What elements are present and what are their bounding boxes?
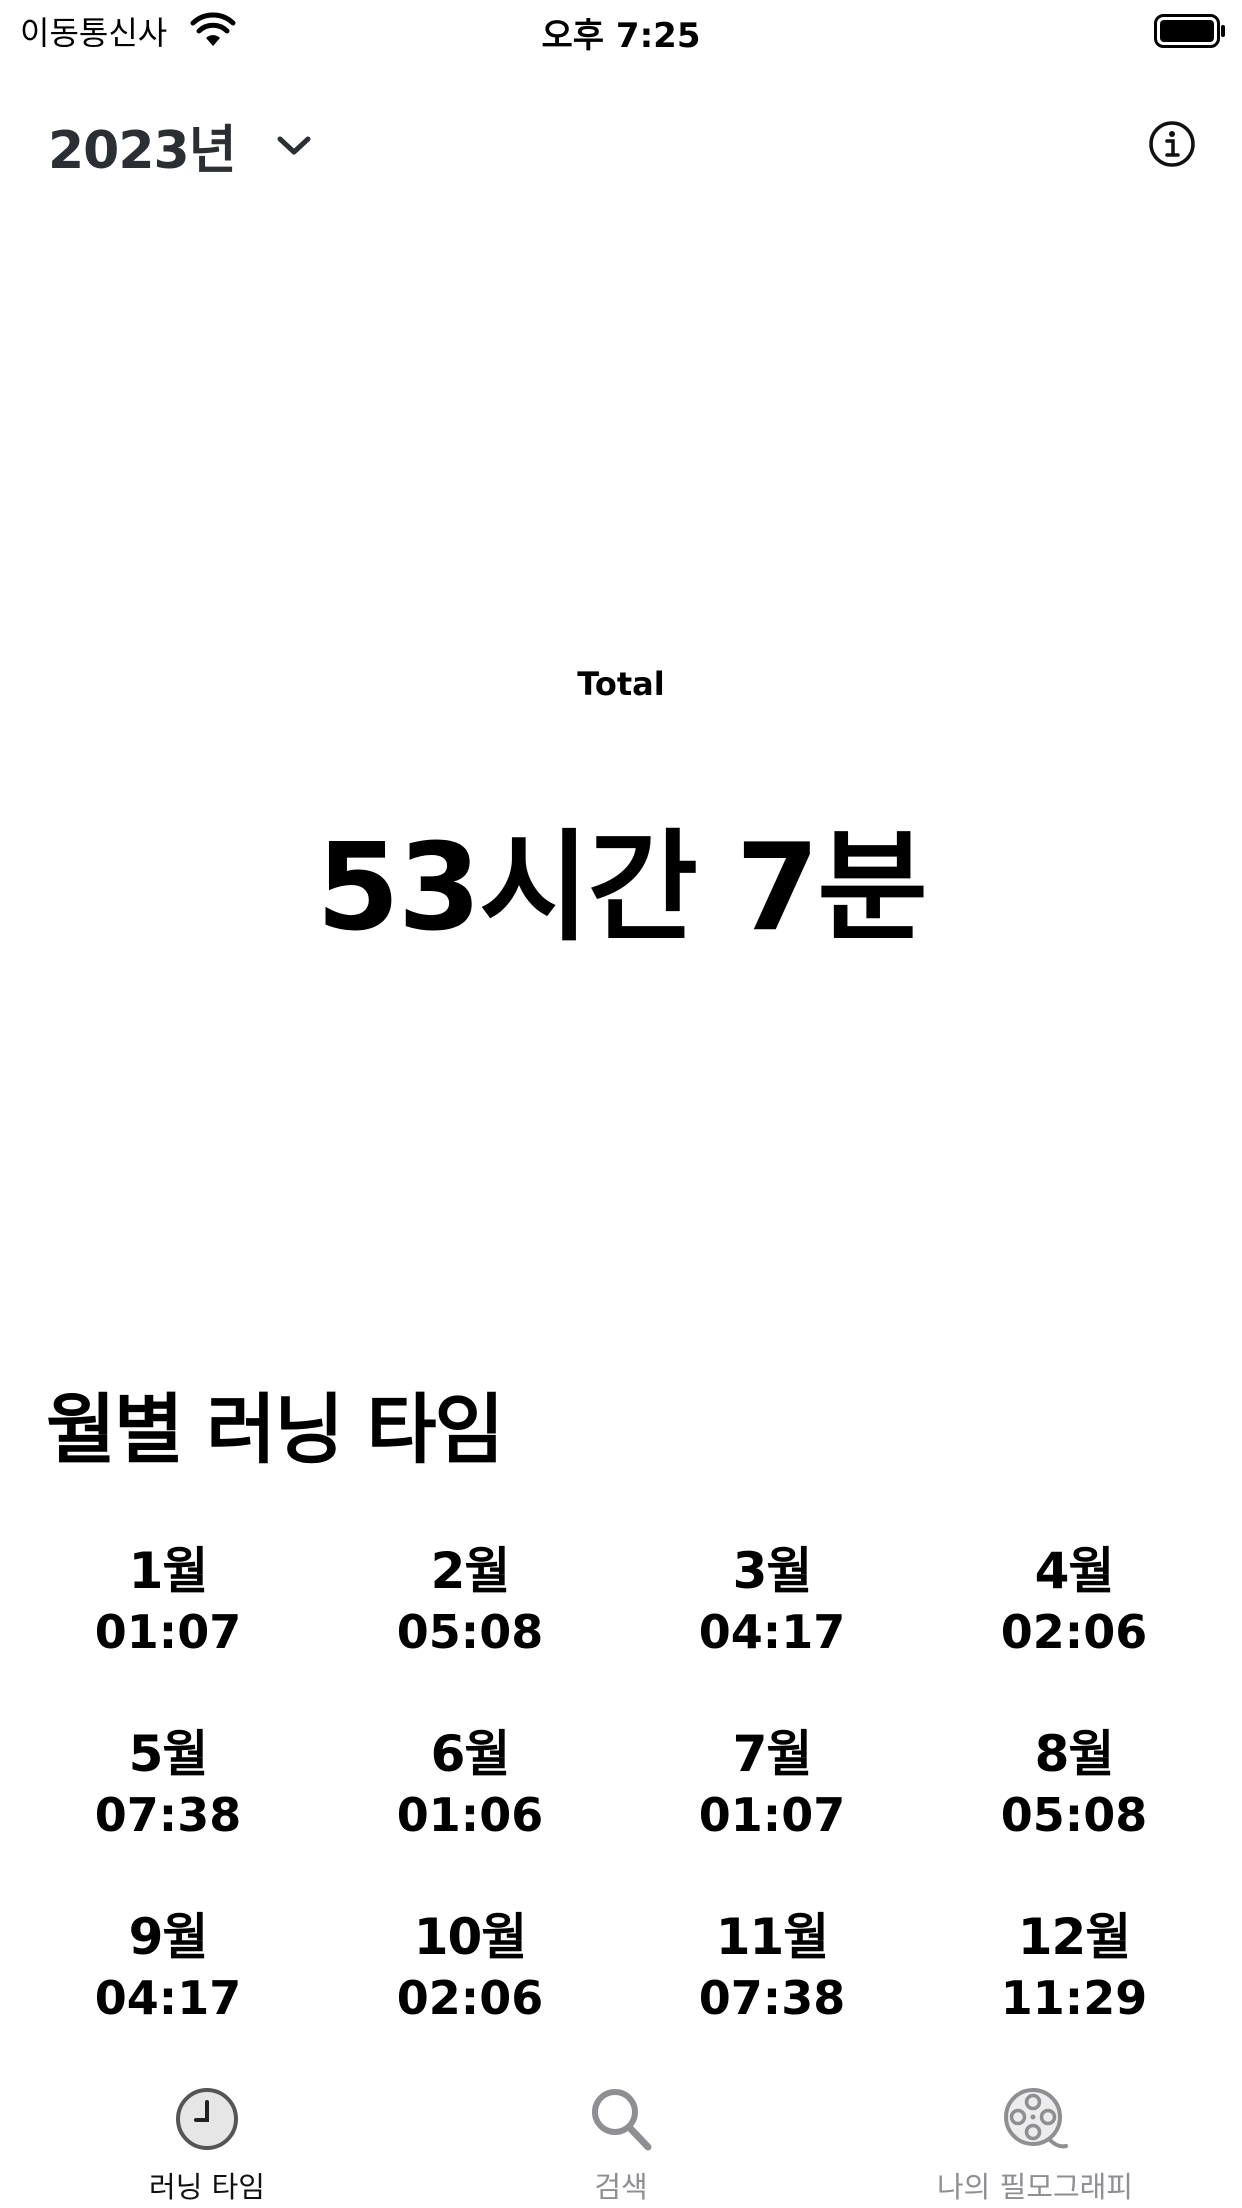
month-name: 3월: [732, 1542, 813, 1600]
month-name: 10월: [413, 1908, 528, 1966]
status-time: 오후 7:25: [541, 16, 701, 56]
tab-bar: 러닝 타임 검색 나의 필모그래피: [0, 2068, 1242, 2208]
month-cell: 7월 01:07: [621, 1723, 923, 1906]
tab-my-filmography[interactable]: 나의 필모그래피: [828, 2068, 1242, 2208]
month-cell: 3월 04:17: [621, 1540, 923, 1723]
year-selector[interactable]: 2023년: [48, 110, 314, 181]
month-cell: 12월 11:29: [923, 1906, 1225, 2089]
month-name: 5월: [128, 1725, 209, 1783]
month-cell: 6월 01:06: [319, 1723, 621, 1906]
tab-running-time[interactable]: 러닝 타임: [0, 2068, 414, 2208]
month-time: 01:07: [698, 1788, 846, 1842]
month-time: 05:08: [1000, 1788, 1148, 1842]
month-time: 11:29: [1000, 1971, 1148, 2025]
month-cell: 4월 02:06: [923, 1540, 1225, 1723]
month-cell: 9월 04:17: [17, 1906, 319, 2089]
year-label: 2023년: [48, 120, 237, 181]
month-time: 04:17: [94, 1971, 242, 2025]
month-cell: 2월 05:08: [319, 1540, 621, 1723]
month-cell: 1월 01:07: [17, 1540, 319, 1723]
info-icon[interactable]: [1148, 120, 1196, 168]
tab-label: 검색: [594, 2170, 648, 2204]
total-caption: Total: [577, 665, 665, 703]
month-name: 11월: [715, 1908, 830, 1966]
month-name: 12월: [1017, 1908, 1132, 1966]
month-time: 07:38: [94, 1788, 242, 1842]
monthly-section-title: 월별 러닝 타임: [46, 1385, 504, 1474]
month-time: 05:08: [396, 1605, 544, 1659]
battery-icon: [1154, 14, 1225, 48]
month-name: 9월: [128, 1908, 209, 1966]
month-time: 07:38: [698, 1971, 846, 2025]
film-reel-icon: [1004, 2088, 1068, 2149]
month-name: 1월: [128, 1542, 209, 1600]
month-time: 01:06: [396, 1788, 544, 1842]
month-time: 02:06: [1000, 1605, 1148, 1659]
clock-icon: [176, 2088, 238, 2150]
month-name: 6월: [430, 1725, 511, 1783]
month-name: 8월: [1034, 1725, 1115, 1783]
tab-search[interactable]: 검색: [414, 2068, 828, 2208]
month-cell: 8월 05:08: [923, 1723, 1225, 1906]
total-running-time: 53시간 7분: [316, 819, 927, 958]
month-name: 2월: [430, 1542, 511, 1600]
month-cell: 5월 07:38: [17, 1723, 319, 1906]
chevron-down-icon: [277, 136, 311, 155]
month-time: 01:07: [94, 1605, 242, 1659]
month-name: 7월: [732, 1725, 813, 1783]
month-name: 4월: [1034, 1542, 1115, 1600]
month-time: 04:17: [698, 1605, 846, 1659]
month-cell: 11월 07:38: [621, 1906, 923, 2089]
monthly-grid: 1월 01:07 2월 05:08 3월 04:17 4월 02:06 5월 07:38 …: [17, 1540, 1225, 2089]
search-icon: [592, 2089, 652, 2151]
tab-label: 나의 필모그래피: [937, 2170, 1133, 2204]
tab-label: 러닝 타임: [149, 2170, 265, 2204]
status-bar: 이동통신사 오후 7:25: [0, 0, 1242, 60]
month-cell: 10월 02:06: [319, 1906, 621, 2089]
month-time: 02:06: [396, 1971, 544, 2025]
